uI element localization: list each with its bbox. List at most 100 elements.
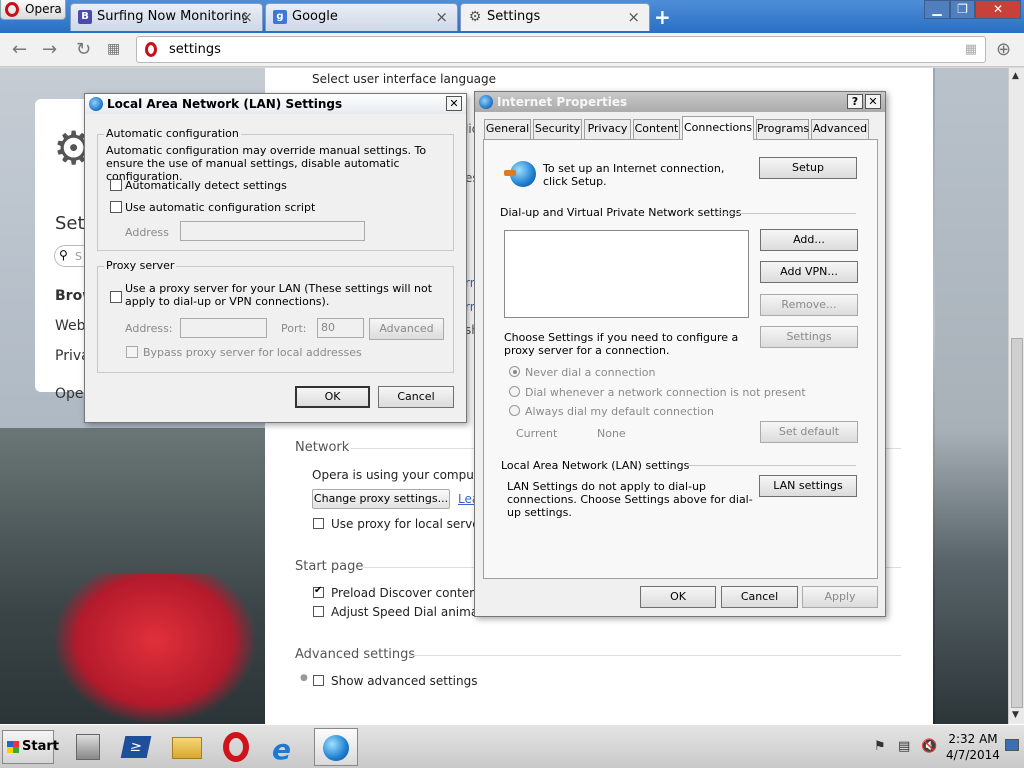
tab-google[interactable]: g Google ×: [265, 3, 458, 31]
dial-whenever-radio[interactable]: [509, 386, 520, 397]
close-icon[interactable]: ✕: [446, 96, 462, 111]
tab-settings[interactable]: ⚙ Settings ×: [460, 3, 650, 31]
powershell-icon[interactable]: ≥: [114, 728, 158, 766]
scroll-down-icon[interactable]: ▼: [1012, 710, 1019, 720]
use-proxy-checkbox[interactable]: [110, 291, 122, 303]
auto-detect-checkbox[interactable]: [110, 179, 122, 191]
show-desktop-icon[interactable]: [1005, 739, 1019, 751]
address-bar[interactable]: settings ▦: [136, 36, 986, 63]
scrollbar-thumb[interactable]: [1011, 338, 1023, 708]
tab-general[interactable]: General: [484, 119, 531, 139]
sidebar-title: Set: [55, 213, 85, 234]
tab-content[interactable]: Content: [633, 119, 680, 139]
add-vpn-button[interactable]: Add VPN...: [760, 261, 858, 283]
opera-menu-label: Opera: [25, 2, 62, 16]
lan-cancel-button[interactable]: Cancel: [378, 386, 454, 408]
add-button[interactable]: Add...: [760, 229, 858, 251]
download-icon[interactable]: ⊕: [996, 39, 1011, 60]
bypass-local-label: Bypass proxy server for local addresses: [143, 346, 362, 359]
show-advanced-checkbox[interactable]: [313, 675, 324, 686]
tab-security[interactable]: Security: [533, 119, 582, 139]
dial-whenever-label: Dial whenever a network connection is no…: [525, 386, 806, 399]
close-tab-icon[interactable]: ×: [627, 8, 640, 26]
forward-icon[interactable]: →: [42, 39, 57, 60]
sidebar-item-opera-help[interactable]: Ope: [55, 386, 84, 402]
start-page-heading: Start page: [295, 559, 364, 574]
tab-privacy[interactable]: Privacy: [584, 119, 631, 139]
setup-text: To set up an Internet connection, click …: [543, 162, 725, 188]
preload-discover-checkbox[interactable]: [313, 585, 324, 598]
tab-label: Surfing Now Monitoring: [97, 9, 247, 24]
ip-dialog-titlebar[interactable]: Internet Properties ? ✕: [475, 92, 885, 112]
auto-config-description: Automatic configuration may override man…: [106, 144, 427, 183]
never-dial-radio[interactable]: [509, 366, 520, 377]
close-icon[interactable]: ✕: [865, 94, 881, 109]
explorer-folder-icon[interactable]: [164, 728, 208, 766]
help-icon[interactable]: ?: [847, 94, 863, 109]
page-scrollbar[interactable]: ▲ ▼: [1008, 68, 1024, 724]
internet-options-icon: [479, 95, 493, 109]
always-dial-radio[interactable]: [509, 405, 520, 416]
tab-advanced[interactable]: Advanced: [811, 119, 869, 139]
proxy-address-label: Address:: [125, 322, 173, 335]
lan-settings-button[interactable]: LAN settings: [759, 475, 857, 497]
use-proxy-local-checkbox[interactable]: [313, 518, 324, 529]
close-window-icon[interactable]: ✕: [975, 0, 1021, 19]
close-tab-icon[interactable]: ×: [240, 8, 253, 26]
script-address-input[interactable]: [180, 221, 365, 241]
set-default-button[interactable]: Set default: [760, 421, 858, 443]
close-tab-icon[interactable]: ×: [435, 8, 448, 26]
scroll-up-icon[interactable]: ▲: [1012, 71, 1019, 81]
never-dial-label: Never dial a connection: [525, 366, 656, 379]
google-icon: g: [273, 10, 287, 24]
sidebar-item-websites[interactable]: Web: [55, 318, 86, 334]
tab-surfing-now[interactable]: B Surfing Now Monitoring ×: [70, 3, 263, 31]
tab-connections[interactable]: Connections: [682, 116, 754, 140]
tab-label: Google: [292, 9, 338, 24]
lan-heading: Local Area Network (LAN) settings: [501, 459, 690, 472]
ip-ok-button[interactable]: OK: [640, 586, 716, 608]
bullet-icon: ●: [300, 673, 308, 683]
lan-ok-button[interactable]: OK: [295, 386, 370, 408]
ip-cancel-button[interactable]: Cancel: [721, 586, 798, 608]
use-script-label: Use automatic configuration script: [125, 201, 316, 214]
bypass-local-checkbox[interactable]: [126, 346, 138, 358]
new-tab-icon[interactable]: +: [654, 5, 671, 29]
use-proxy-local-label: Use proxy for local servers: [331, 517, 491, 531]
tab-programs[interactable]: Programs: [756, 119, 809, 139]
connections-listbox[interactable]: [504, 230, 749, 318]
internet-options-icon[interactable]: [314, 728, 358, 766]
change-proxy-settings-button[interactable]: Change proxy settings...: [312, 489, 450, 509]
connections-panel: To set up an Internet connection, click …: [483, 139, 878, 579]
show-advanced-label: Show advanced settings: [331, 674, 478, 688]
maximize-icon[interactable]: ❐: [950, 0, 975, 19]
use-script-checkbox[interactable]: [110, 201, 122, 213]
proxy-port-input[interactable]: 80: [317, 318, 364, 338]
reload-icon[interactable]: ↻: [76, 39, 91, 60]
remove-button[interactable]: Remove...: [760, 294, 858, 316]
setup-button[interactable]: Setup: [759, 157, 857, 179]
grid-view-icon[interactable]: ▦: [965, 42, 977, 57]
internet-explorer-icon[interactable]: e: [264, 728, 308, 766]
minimize-icon[interactable]: ▁: [924, 0, 950, 19]
adjust-speed-dial-checkbox[interactable]: [313, 606, 324, 617]
network-tray-icon[interactable]: ▤: [898, 739, 910, 754]
proxy-advanced-button[interactable]: Advanced: [369, 318, 444, 340]
lan-dialog-titlebar[interactable]: Local Area Network (LAN) Settings ✕: [85, 94, 466, 114]
system-clock[interactable]: 2:32 AM 4/7/2014: [943, 732, 1003, 762]
start-button[interactable]: Start: [2, 730, 59, 764]
back-icon[interactable]: ←: [12, 39, 27, 60]
proxy-address-input[interactable]: [180, 318, 267, 338]
proxy-server-group: Proxy server Use a proxy server for your…: [97, 259, 454, 373]
speed-dial-grid-icon[interactable]: ▦: [107, 41, 120, 57]
windows-flag-icon: [7, 741, 19, 753]
server-manager-icon[interactable]: [66, 728, 110, 766]
action-center-flag-icon[interactable]: ⚑: [874, 739, 886, 754]
ip-apply-button[interactable]: Apply: [802, 586, 878, 608]
opera-logo-icon: [145, 42, 157, 57]
volume-muted-icon[interactable]: 🔇: [921, 739, 937, 754]
opera-menu-button[interactable]: Opera: [0, 0, 66, 20]
opera-icon[interactable]: [214, 728, 258, 766]
auto-detect-label: Automatically detect settings: [125, 179, 287, 192]
settings-button[interactable]: Settings: [760, 326, 858, 348]
